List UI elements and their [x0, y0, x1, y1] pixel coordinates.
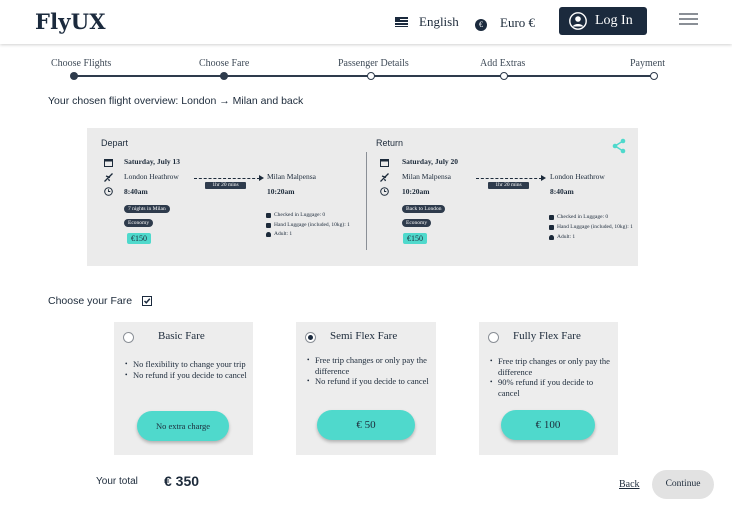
return-to: London Heathrow [550, 172, 605, 181]
luggage-checked: Checked in Luggage: 0 [557, 214, 609, 220]
currency-selector[interactable]: € Euro € [475, 15, 535, 31]
login-label: Log In [595, 13, 633, 28]
login-button[interactable]: Log In [559, 7, 647, 35]
total-label: Your total [96, 476, 138, 487]
passengers-adult: Adult: 1 [274, 231, 293, 237]
language-selector[interactable]: English [395, 14, 459, 30]
fare-feature: Free trip changes or only pay the differ… [307, 355, 431, 376]
step-label-choose-flights: Choose Flights [51, 58, 112, 69]
step-dot-choose-fare[interactable] [220, 72, 228, 80]
step-dot-passenger-details[interactable] [367, 72, 375, 80]
arrow-right-icon [259, 175, 264, 181]
fare-card-basic[interactable]: Basic Fare No flexibility to change your… [114, 322, 253, 455]
fare-radio-basic[interactable] [123, 332, 134, 343]
fare-title: Semi Flex Fare [330, 330, 398, 342]
step-dot-add-extras[interactable] [500, 72, 508, 80]
progress-track [74, 75, 655, 77]
luggage-checked: Checked in Luggage: 0 [274, 212, 326, 218]
fare-button-fully-flex[interactable]: € 100 [501, 410, 595, 440]
return-date: Saturday, July 20 [402, 157, 459, 166]
fare-button-basic[interactable]: No extra charge [137, 411, 229, 441]
fare-title: Basic Fare [158, 330, 205, 342]
depart-heading: Depart [101, 138, 129, 148]
share-icon[interactable] [611, 138, 627, 154]
calendar-icon [380, 159, 389, 167]
panel-divider [366, 152, 367, 250]
fare-button-semi-flex[interactable]: € 50 [317, 410, 415, 440]
euro-coin-icon: € [475, 19, 487, 31]
fare-card-semi-flex[interactable]: Semi Flex Fare Free trip changes or only… [296, 322, 436, 455]
clock-icon [104, 187, 113, 196]
step-label-payment: Payment [630, 58, 665, 69]
continue-button[interactable]: Continue [652, 470, 714, 499]
fare-radio-semi-flex[interactable] [305, 332, 316, 343]
choose-fare-checkbox[interactable] [142, 296, 152, 306]
step-dot-choose-flights[interactable] [70, 72, 78, 80]
fare-card-fully-flex[interactable]: Fully Flex Fare Free trip changes or onl… [479, 322, 618, 455]
depart-duration: 1hr 20 mins [205, 182, 246, 189]
return-depart-time: 10:20am [402, 187, 430, 196]
stay-tag: 7 nights in Milan [124, 205, 170, 213]
fare-feature: No refund if you decide to cancel [125, 370, 249, 381]
language-label: English [419, 14, 459, 29]
person-icon [266, 232, 271, 237]
stay-tag: Back to London [402, 205, 446, 213]
menu-icon[interactable] [679, 13, 698, 25]
total-value: € 350 [164, 473, 200, 489]
fare-features: Free trip changes or only pay the differ… [307, 355, 431, 387]
arrow-right-icon [541, 175, 546, 181]
depart-time: 8:40am [124, 187, 148, 196]
choose-fare-label: Choose your Fare [48, 295, 133, 307]
step-label-add-extras: Add Extras [480, 58, 526, 69]
depart-to: Milan Malpensa [267, 172, 316, 181]
return-arrive-time: 8:40am [550, 187, 574, 196]
fare-feature: 90% refund if you decide to cancel [490, 377, 614, 398]
calendar-icon [104, 159, 113, 167]
depart-price: €150 [127, 233, 151, 244]
route-line [194, 178, 260, 179]
fare-features: No flexibility to change your trip No re… [125, 359, 249, 380]
fare-radio-fully-flex[interactable] [488, 332, 499, 343]
plane-icon [380, 173, 389, 182]
route-line [476, 178, 542, 179]
luggage-icon [549, 215, 554, 220]
luggage-hand: Hand Luggage (included, 10kg): 1 [274, 222, 350, 228]
return-price: €150 [403, 233, 427, 244]
logo[interactable]: FlyUX [35, 9, 106, 34]
step-dot-payment[interactable] [650, 72, 658, 80]
arrive-time: 10:20am [267, 187, 295, 196]
fare-title: Fully Flex Fare [513, 330, 581, 342]
step-label-passenger-details: Passenger Details [338, 58, 409, 69]
currency-label: Euro € [500, 15, 536, 30]
fare-features: Free trip changes or only pay the differ… [490, 356, 614, 398]
back-link[interactable]: Back [619, 479, 640, 490]
person-icon [549, 235, 554, 240]
return-heading: Return [376, 138, 404, 148]
class-tag: Economy [124, 219, 154, 227]
check-icon [143, 298, 151, 304]
luggage-icon [266, 213, 271, 218]
class-tag: Economy [402, 219, 432, 227]
bag-icon [549, 225, 554, 230]
fare-feature: Free trip changes or only pay the differ… [490, 356, 614, 377]
bag-icon [266, 223, 271, 228]
step-label-choose-fare: Choose Fare [199, 58, 250, 69]
return-from: Milan Malpensa [402, 172, 451, 181]
passengers-adult: Adult: 1 [557, 234, 576, 240]
plane-icon [104, 173, 113, 182]
fare-feature: No flexibility to change your trip [125, 359, 249, 370]
flag-icon [395, 17, 408, 27]
user-icon [569, 12, 587, 30]
fare-feature: No refund if you decide to cancel [307, 376, 431, 387]
depart-date: Saturday, July 13 [124, 157, 181, 166]
depart-from: London Heathrow [124, 172, 179, 181]
luggage-hand: Hand Luggage (included, 10kg): 1 [557, 224, 633, 230]
return-duration: 1hr 20 mins [488, 182, 529, 189]
top-nav: FlyUX English € Euro € Log In [0, 0, 732, 44]
overview-title: Your chosen flight overview: London → Mi… [48, 95, 304, 107]
clock-icon [380, 187, 389, 196]
flight-overview-panel: Depart Saturday, July 13 London Heathrow… [87, 128, 638, 266]
